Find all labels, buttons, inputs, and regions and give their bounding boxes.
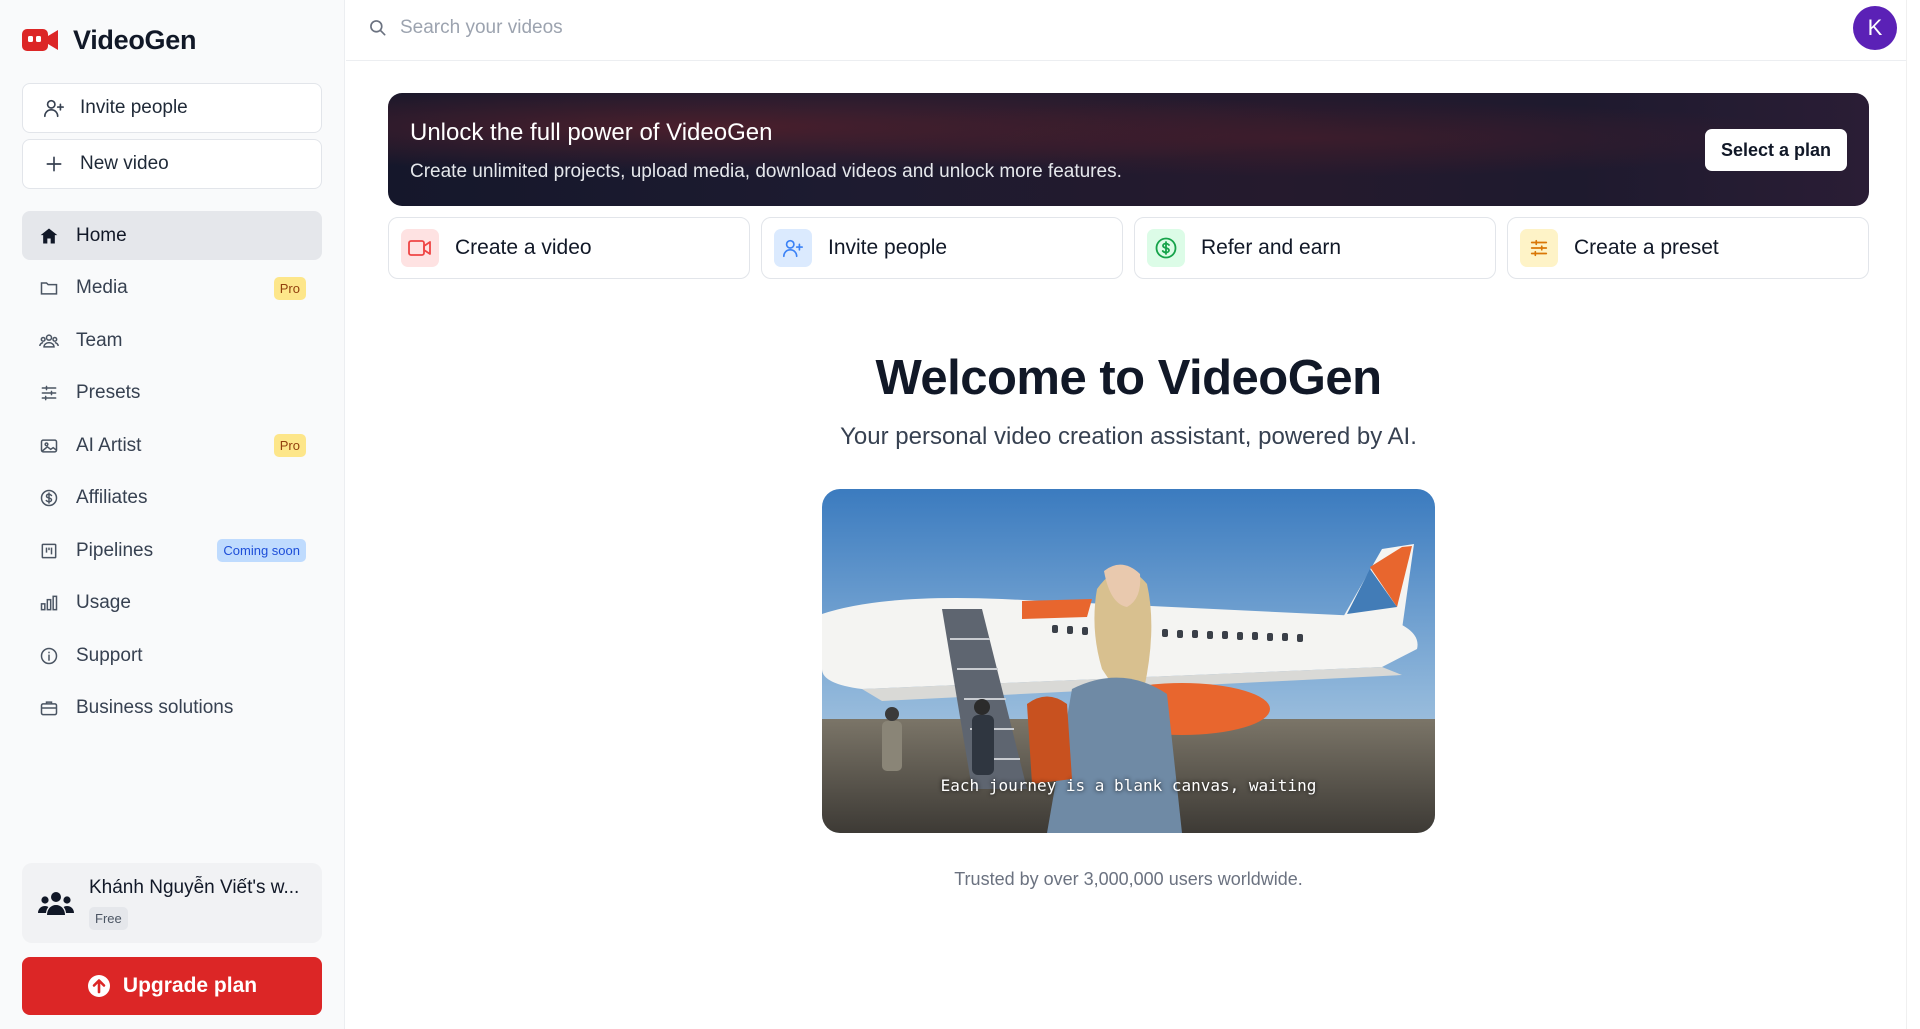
dollar-circle-icon xyxy=(1147,229,1185,267)
image-icon xyxy=(38,435,60,457)
arrow-up-circle-icon xyxy=(87,975,110,997)
invite-people-card[interactable]: Invite people xyxy=(761,217,1123,279)
user-plus-icon xyxy=(774,229,812,267)
welcome-title: Welcome to VideoGen xyxy=(875,351,1382,405)
intro-video[interactable]: Each journey is a blank canvas, waiting xyxy=(822,489,1435,833)
dollar-icon xyxy=(38,487,60,509)
briefcase-icon xyxy=(38,697,60,719)
scrollbar[interactable] xyxy=(1906,0,1920,1029)
create-preset-label: Create a preset xyxy=(1574,236,1719,259)
sidebar-item-label: Presets xyxy=(76,382,141,403)
new-video-label: New video xyxy=(80,153,169,174)
brand[interactable]: VideoGen xyxy=(22,24,196,56)
banner-title: Unlock the full power of VideoGen xyxy=(410,119,773,146)
create-video-label: Create a video xyxy=(455,236,592,259)
sidebar-item-label: Affiliates xyxy=(76,487,148,508)
sidebar-item-media[interactable]: Media Pro xyxy=(22,264,322,313)
sidebar-item-affiliates[interactable]: Affiliates xyxy=(22,474,322,523)
top-bar: K xyxy=(346,0,1920,61)
coming-soon-badge: Coming soon xyxy=(217,539,306,562)
create-preset-card[interactable]: Create a preset xyxy=(1507,217,1869,279)
home-icon xyxy=(38,225,60,247)
sidebar-item-label: Home xyxy=(76,224,127,246)
team-icon xyxy=(38,892,74,915)
sidebar-item-label: Support xyxy=(76,644,143,666)
invite-people-button[interactable]: Invite people xyxy=(22,83,322,133)
sidebar-item-home[interactable]: Home xyxy=(22,211,322,260)
upgrade-banner: Unlock the full power of VideoGen Create… xyxy=(388,93,1869,206)
sliders-icon xyxy=(38,382,60,404)
user-plus-icon xyxy=(42,96,66,120)
upgrade-plan-label: Upgrade plan xyxy=(122,974,258,997)
sidebar-item-ai-artist[interactable]: AI Artist Pro xyxy=(22,421,322,470)
bar-chart-icon xyxy=(38,592,60,614)
invite-people-label: Invite people xyxy=(828,236,948,259)
sliders-icon xyxy=(1520,229,1558,267)
workspace-name: Khánh Nguyễn Viết's w... xyxy=(89,877,300,898)
avatar[interactable]: K xyxy=(1853,6,1897,50)
trusted-text: Trusted by over 3,000,000 users worldwid… xyxy=(954,869,1303,889)
info-icon xyxy=(38,645,60,667)
sidebar-item-presets[interactable]: Presets xyxy=(22,369,322,418)
sidebar-item-team[interactable]: Team xyxy=(22,316,322,365)
invite-people-label: Invite people xyxy=(80,97,188,118)
brand-name: VideoGen xyxy=(73,24,197,55)
sidebar-item-support[interactable]: Support xyxy=(22,631,322,680)
create-video-card[interactable]: Create a video xyxy=(388,217,750,279)
select-plan-button[interactable]: Select a plan xyxy=(1704,129,1847,171)
banner-subtitle: Create unlimited projects, upload media,… xyxy=(410,161,1122,182)
plus-icon xyxy=(42,152,66,176)
search-input[interactable] xyxy=(400,12,1000,44)
workspace-switcher[interactable]: Khánh Nguyễn Viết's w... Free xyxy=(22,863,322,943)
sidebar-item-label: Usage xyxy=(76,592,131,613)
sidebar-item-business-solutions[interactable]: Business solutions xyxy=(22,684,322,733)
videogen-logo-icon xyxy=(22,29,58,51)
pro-badge: Pro xyxy=(273,276,306,300)
sidebar-item-label: AI Artist xyxy=(76,434,142,456)
kanban-icon xyxy=(38,540,60,562)
video-caption: Each journey is a blank canvas, waiting xyxy=(940,776,1317,795)
welcome-subtitle: Your personal video creation assistant, … xyxy=(840,423,1417,450)
sidebar-item-label: Business solutions xyxy=(76,697,234,718)
sidebar-item-usage[interactable]: Usage xyxy=(22,579,322,628)
sidebar-item-label: Media xyxy=(76,277,128,298)
plan-badge: Free xyxy=(89,907,128,930)
folder-icon xyxy=(38,277,60,299)
sidebar-item-pipelines[interactable]: Pipelines Coming soon xyxy=(22,526,322,575)
search-icon xyxy=(370,20,386,36)
sidebar-item-label: Team xyxy=(76,329,123,351)
team-icon xyxy=(38,330,60,352)
refer-and-earn-label: Refer and earn xyxy=(1201,236,1342,259)
pro-badge: Pro xyxy=(273,434,306,457)
new-video-button[interactable]: New video xyxy=(22,139,322,189)
sidebar: VideoGen Invite people New video Home Me… xyxy=(0,0,345,1029)
upgrade-plan-button[interactable]: Upgrade plan xyxy=(22,957,322,1015)
refer-and-earn-card[interactable]: Refer and earn xyxy=(1134,217,1496,279)
sidebar-item-label: Pipelines xyxy=(76,539,154,561)
video-camera-icon xyxy=(401,229,439,267)
sidebar-nav: Home Media Pro Team Presets AI Artist Pr… xyxy=(22,211,322,736)
